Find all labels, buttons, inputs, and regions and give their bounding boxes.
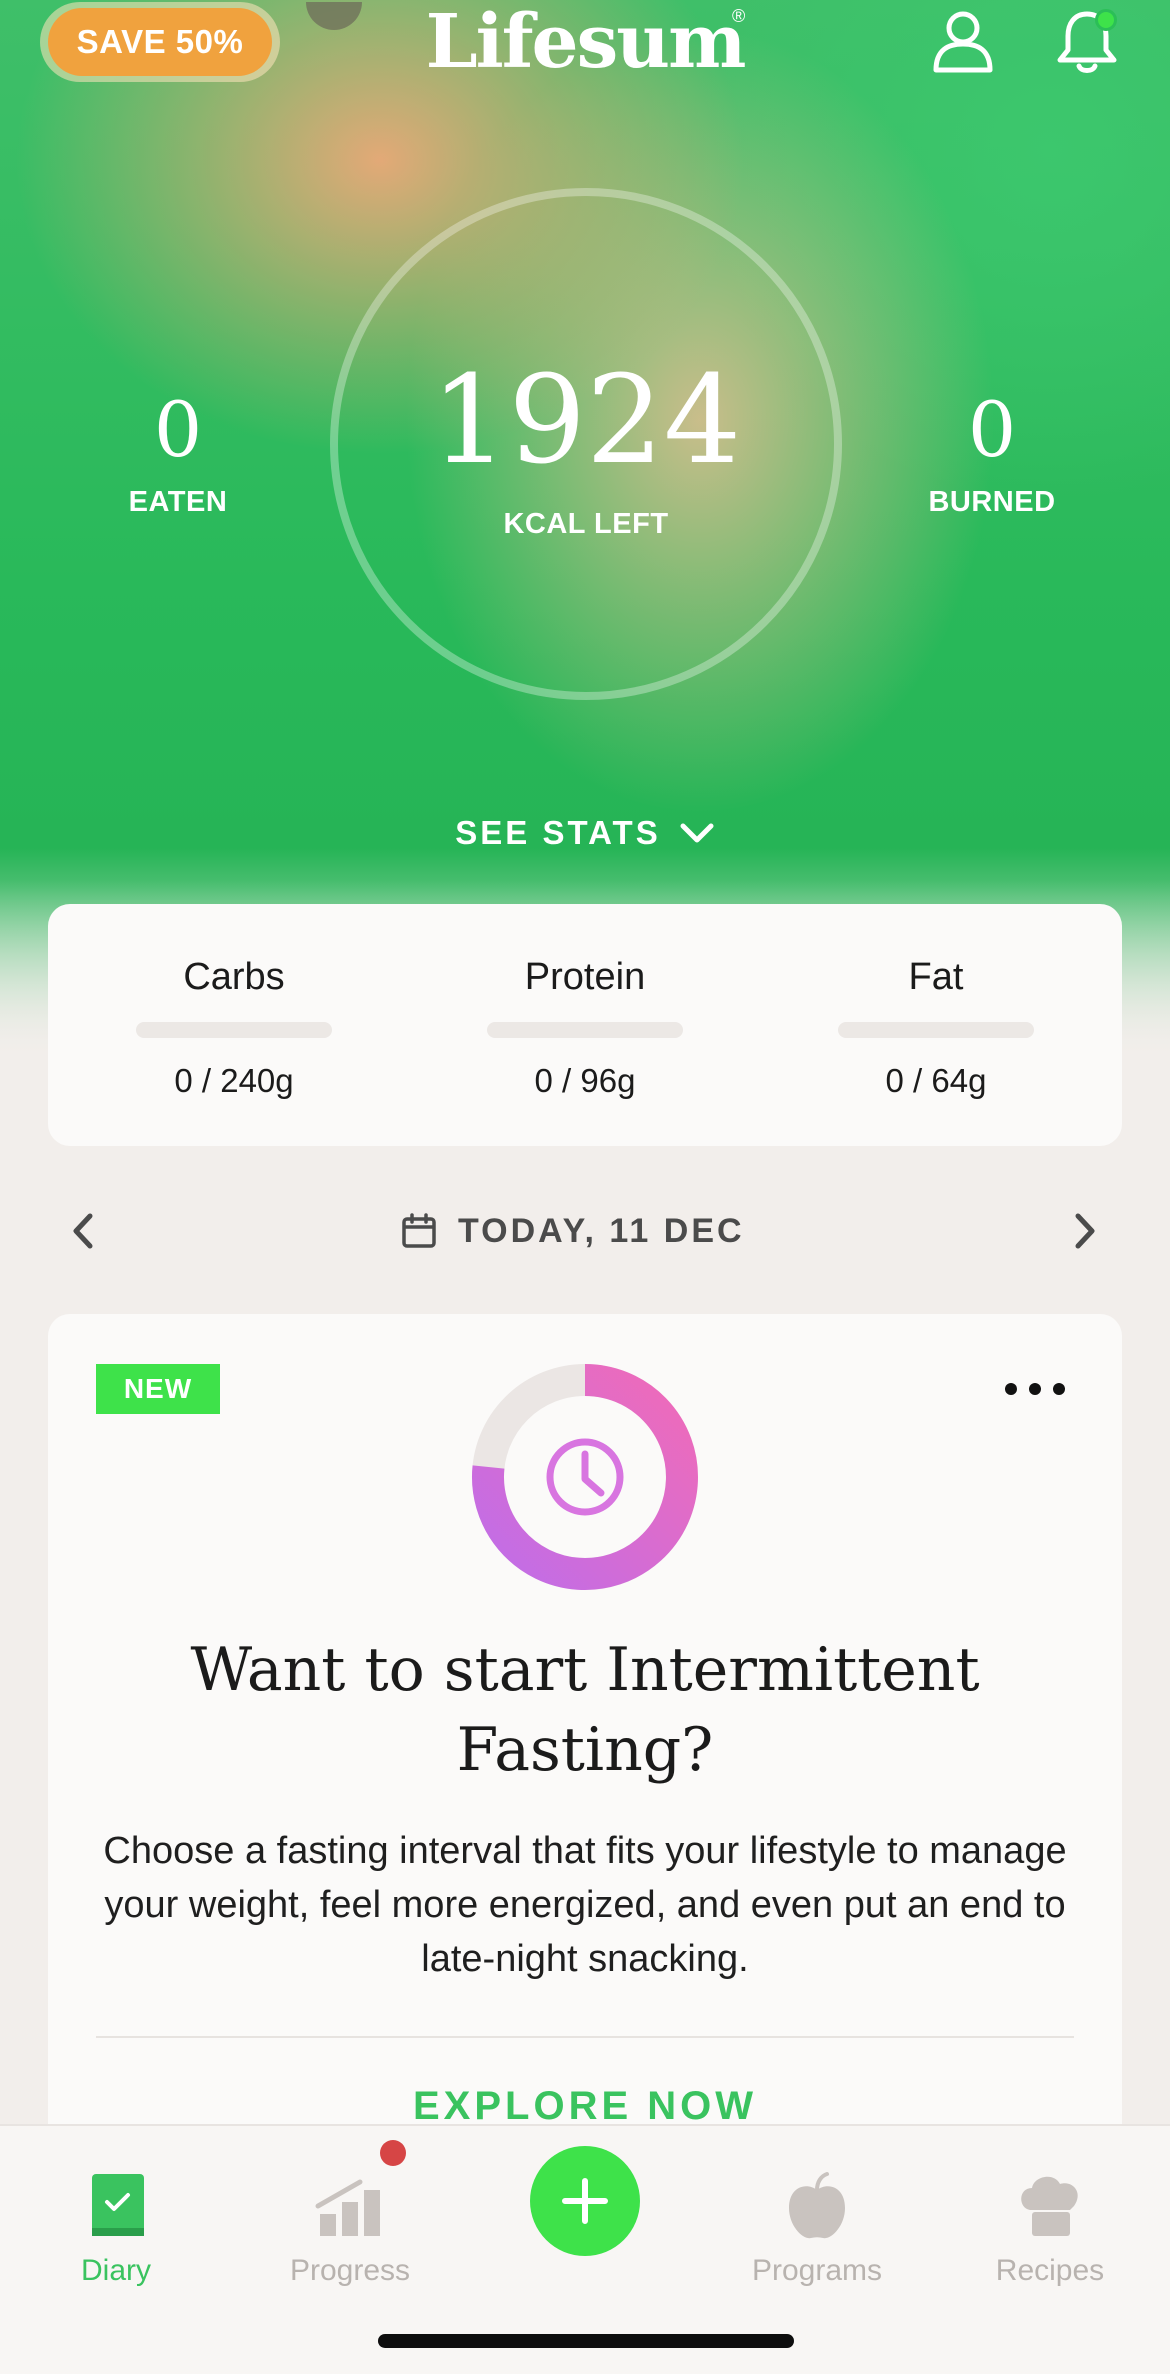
app-logo: Lifesum [425, 0, 747, 85]
macro-fat: Fat 0 / 64g [796, 904, 1076, 1146]
explore-now-button[interactable]: EXPLORE NOW [48, 2084, 1122, 2129]
home-indicator [378, 2334, 794, 2348]
save-promo-button[interactable]: SAVE 50% [40, 2, 280, 82]
macro-name: Fat [908, 956, 964, 998]
tab-label: Diary [80, 2254, 151, 2287]
profile-icon[interactable] [928, 6, 998, 76]
fasting-timer-icon [472, 1364, 698, 1590]
fasting-title: Want to start Intermittent Fasting? [190, 1635, 980, 1785]
macro-progress-bar [838, 1022, 1034, 1038]
tab-label: Progress [289, 2254, 411, 2287]
macro-progress-bar [136, 1022, 332, 1038]
progress-chart-icon [315, 2179, 380, 2236]
eaten-value: 0 [153, 385, 203, 474]
tab-progress[interactable]: Progress [260, 2146, 440, 2296]
diary-book-icon [92, 2174, 144, 2236]
kcal-left-value: 1924 [430, 349, 742, 491]
save-promo-label: SAVE 50% [48, 8, 272, 76]
tab-programs[interactable]: Programs [727, 2146, 907, 2296]
add-food-button[interactable] [530, 2146, 640, 2256]
card-divider [96, 2036, 1074, 2038]
previous-day-chevron-icon[interactable] [62, 1206, 106, 1256]
macro-value: 0 / 240g [174, 1062, 294, 1099]
tab-recipes[interactable]: Recipes [960, 2146, 1140, 2296]
more-options-icon[interactable] [1000, 1364, 1070, 1414]
tab-label: Programs [751, 2254, 883, 2287]
burned-value: 0 [967, 385, 1017, 474]
macros-card[interactable]: Carbs 0 / 240g Protein 0 / 96g Fat 0 / 6… [48, 904, 1122, 1146]
macro-name: Carbs [183, 956, 285, 998]
calendar-icon [402, 1213, 436, 1248]
macro-protein: Protein 0 / 96g [445, 904, 725, 1146]
kcal-left-label: KCAL LEFT [503, 508, 669, 540]
burned-label: BURNED [928, 486, 1056, 518]
macro-value: 0 / 96g [534, 1062, 636, 1099]
fasting-description: Choose a fasting interval that fits your… [103, 1830, 1067, 1980]
macro-value: 0 / 64g [885, 1062, 987, 1099]
eaten-label: EATEN [128, 486, 228, 518]
macro-name: Protein [524, 956, 646, 998]
plus-icon [562, 2178, 608, 2224]
progress-notification-dot [380, 2140, 406, 2166]
next-day-chevron-icon[interactable] [1062, 1206, 1106, 1256]
chevron-down-icon [680, 823, 714, 843]
macro-carbs: Carbs 0 / 240g [94, 904, 374, 1146]
tab-diary[interactable]: Diary [26, 2146, 206, 2296]
macro-progress-bar [487, 1022, 683, 1038]
chef-hat-icon [1021, 2176, 1078, 2236]
see-stats-label: SEE STATS [455, 814, 661, 851]
apple-icon [789, 2172, 845, 2239]
date-selector[interactable]: TODAY, 11 DEC [400, 1206, 780, 1256]
new-badge: NEW [96, 1364, 220, 1414]
notification-badge-dot [1095, 9, 1117, 31]
logo-registered-mark: ® [732, 6, 746, 26]
tab-label: Recipes [995, 2254, 1105, 2287]
date-label: TODAY, 11 DEC [458, 1211, 745, 1250]
see-stats-button[interactable]: SEE STATS [420, 808, 750, 858]
